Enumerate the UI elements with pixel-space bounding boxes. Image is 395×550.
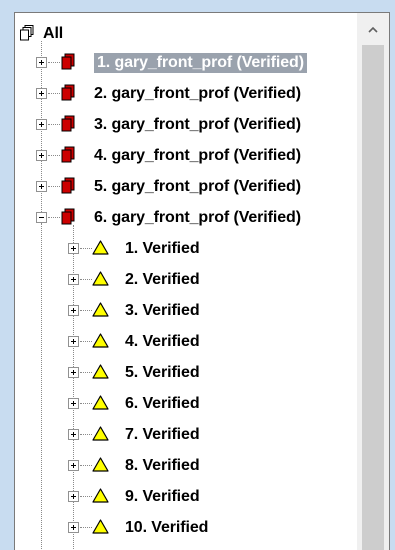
tree-connector-line: [80, 465, 92, 466]
warning-triangle-icon: [92, 364, 109, 379]
chevron-up-icon: [368, 26, 378, 33]
tree-connector-line: [48, 217, 60, 218]
tree-item-verified[interactable]: 10. Verified: [15, 513, 357, 542]
red-item-icon: [61, 208, 75, 225]
expand-icon[interactable]: [68, 460, 79, 471]
expand-icon[interactable]: [36, 181, 47, 192]
tree-connector-line: [48, 186, 60, 187]
tree-connector-line: [80, 310, 92, 311]
expand-icon[interactable]: [68, 522, 79, 533]
tree-view[interactable]: All 1. gary_front_prof (Verified) 2. gary…: [15, 13, 357, 550]
stack-pages-icon: [20, 25, 34, 41]
expand-icon[interactable]: [68, 367, 79, 378]
warning-triangle-icon: [92, 333, 109, 348]
tree-connector-line: [80, 403, 92, 404]
tree-item-label: 4. gary_front_prof (Verified): [94, 146, 301, 164]
tree-item-gary-front-prof[interactable]: 5. gary_front_prof (Verified): [15, 172, 357, 201]
tree-item-label: 1. gary_front_prof (Verified): [94, 52, 307, 73]
tree-connector-line: [48, 62, 60, 63]
red-item-icon: [61, 84, 75, 101]
tree-item-label: 5. gary_front_prof (Verified): [94, 177, 301, 195]
tree-item-gary-front-prof[interactable]: 3. gary_front_prof (Verified): [15, 110, 357, 139]
expand-icon[interactable]: [68, 429, 79, 440]
tree-item-gary-front-prof[interactable]: 1. gary_front_prof (Verified): [15, 48, 357, 77]
tree-item-verified[interactable]: 3. Verified: [15, 296, 357, 325]
tree-connector-line: [48, 93, 60, 94]
vertical-scrollbar[interactable]: [357, 13, 389, 550]
expand-icon[interactable]: [36, 88, 47, 99]
tree-item-verified[interactable]: 9. Verified: [15, 482, 357, 511]
tree-item-gary-front-prof[interactable]: 4. gary_front_prof (Verified): [15, 141, 357, 170]
expand-icon[interactable]: [68, 274, 79, 285]
tree-item-label: 3. Verified: [125, 301, 200, 319]
red-item-icon: [61, 177, 75, 194]
expand-icon[interactable]: [68, 243, 79, 254]
tree-item-label: 5. Verified: [125, 363, 200, 381]
warning-triangle-icon: [92, 519, 109, 534]
tree-root-label: All: [43, 24, 64, 42]
tree-item-label: 4. Verified: [125, 332, 200, 350]
tree-item-verified[interactable]: 4. Verified: [15, 327, 357, 356]
expand-icon[interactable]: [68, 398, 79, 409]
tree-connector-line: [80, 341, 92, 342]
tree-panel: All 1. gary_front_prof (Verified) 2. gary…: [14, 12, 390, 550]
warning-triangle-icon: [92, 426, 109, 441]
tree-item-label: 6. gary_front_prof (Verified): [94, 208, 301, 226]
tree-item-label: 2. gary_front_prof (Verified): [94, 84, 301, 102]
tree-item-label: 3. gary_front_prof (Verified): [94, 115, 301, 133]
tree-item-verified[interactable]: 2. Verified: [15, 265, 357, 294]
warning-triangle-icon: [92, 457, 109, 472]
warning-triangle-icon: [92, 271, 109, 286]
expand-icon[interactable]: [36, 119, 47, 130]
tree-connector-line: [80, 372, 92, 373]
tree-item-verified[interactable]: 7. Verified: [15, 420, 357, 449]
red-item-icon: [61, 146, 75, 163]
warning-triangle-icon: [92, 488, 109, 503]
tree-connector-line: [80, 496, 92, 497]
expand-icon[interactable]: [36, 150, 47, 161]
tree-connector-line: [48, 155, 60, 156]
warning-triangle-icon: [92, 395, 109, 410]
tree-item-label: 1. Verified: [125, 239, 200, 257]
tree-connector-line: [80, 434, 92, 435]
tree-item-label: 9. Verified: [125, 487, 200, 505]
collapse-icon[interactable]: [36, 212, 47, 223]
tree-item-label: 7. Verified: [125, 425, 200, 443]
expand-icon[interactable]: [68, 336, 79, 347]
tree-item-label: 2. Verified: [125, 270, 200, 288]
tree-item-verified[interactable]: 6. Verified: [15, 389, 357, 418]
tree-item-label: 10. Verified: [125, 518, 209, 536]
scroll-up-button[interactable]: [357, 13, 389, 45]
expand-icon[interactable]: [68, 491, 79, 502]
scrollbar-thumb[interactable]: [362, 45, 384, 550]
warning-triangle-icon: [92, 302, 109, 317]
tree-connector-line: [48, 124, 60, 125]
tree-item-gary-front-prof[interactable]: 6. gary_front_prof (Verified): [15, 203, 357, 232]
tree-connector-line: [80, 527, 92, 528]
expand-icon[interactable]: [68, 305, 79, 316]
tree-connector-line: [80, 279, 92, 280]
tree-item-label: 6. Verified: [125, 394, 200, 412]
tree-item-verified[interactable]: 1. Verified: [15, 234, 357, 263]
tree-connector-line: [80, 248, 92, 249]
tree-item-verified[interactable]: 8. Verified: [15, 451, 357, 480]
expand-icon[interactable]: [36, 57, 47, 68]
tree-item-verified[interactable]: 5. Verified: [15, 358, 357, 387]
tree-root-all[interactable]: All: [15, 19, 63, 48]
tree-item-label: 8. Verified: [125, 456, 200, 474]
tree-item-gary-front-prof[interactable]: 2. gary_front_prof (Verified): [15, 79, 357, 108]
warning-triangle-icon: [92, 240, 109, 255]
red-item-icon: [61, 53, 75, 70]
red-item-icon: [61, 115, 75, 132]
